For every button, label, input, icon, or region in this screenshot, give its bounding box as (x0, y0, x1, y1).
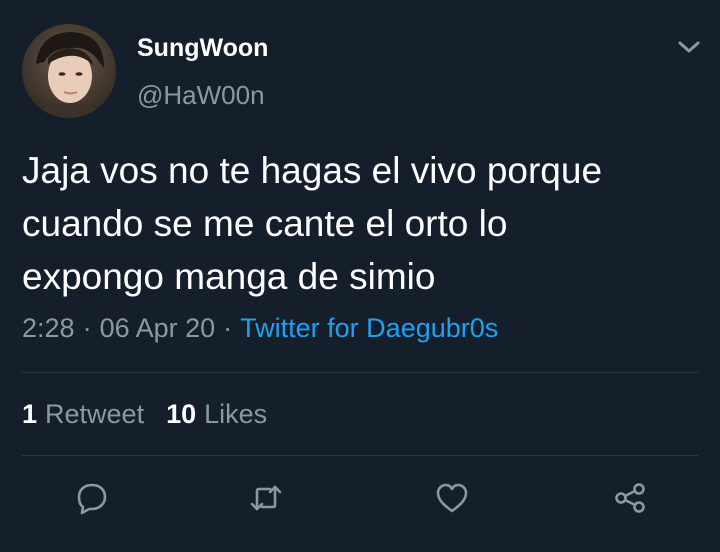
likes-label: Likes (204, 399, 268, 429)
share-icon (615, 483, 645, 513)
likes-stat[interactable]: 10 Likes (166, 399, 267, 429)
divider (22, 372, 698, 373)
tweet-text-line: expongo manga de simio (22, 256, 436, 297)
display-name[interactable]: SungWoon (137, 34, 268, 63)
tweet-time: 2:28 (22, 313, 75, 343)
reply-button[interactable] (72, 478, 112, 518)
retweets-stat[interactable]: 1 Retweet (22, 399, 144, 429)
chevron-down-icon[interactable] (674, 34, 704, 60)
likes-count: 10 (166, 399, 197, 429)
meta-separator: · (223, 313, 233, 343)
avatar[interactable] (22, 24, 116, 118)
retweets-count: 1 (22, 399, 38, 429)
retweet-icon (250, 485, 282, 511)
meta-separator: · (82, 313, 92, 343)
share-button[interactable] (610, 478, 650, 518)
retweets-label: Retweet (45, 399, 145, 429)
tweet-text-line: cuando se me cante el orto lo (22, 203, 508, 244)
tweet-text: Jaja vos no te hagas el vivo porque cuan… (22, 144, 702, 303)
tweet-stats: 1 Retweet 10 Likes (22, 399, 267, 430)
like-button[interactable] (432, 478, 472, 518)
avatar-image (22, 24, 116, 118)
tweet-meta: 2:28 · 06 Apr 20 · Twitter for Daegubr0s (22, 313, 498, 344)
heart-icon (436, 483, 468, 513)
reply-icon (77, 483, 107, 515)
tweet-source-link[interactable]: Twitter for Daegubr0s (240, 313, 498, 343)
divider (22, 455, 698, 456)
tweet-date: 06 Apr 20 (99, 313, 216, 343)
user-handle[interactable]: @HaW00n (137, 80, 265, 111)
tweet-text-line: Jaja vos no te hagas el vivo porque (22, 150, 603, 191)
retweet-button[interactable] (246, 478, 286, 518)
